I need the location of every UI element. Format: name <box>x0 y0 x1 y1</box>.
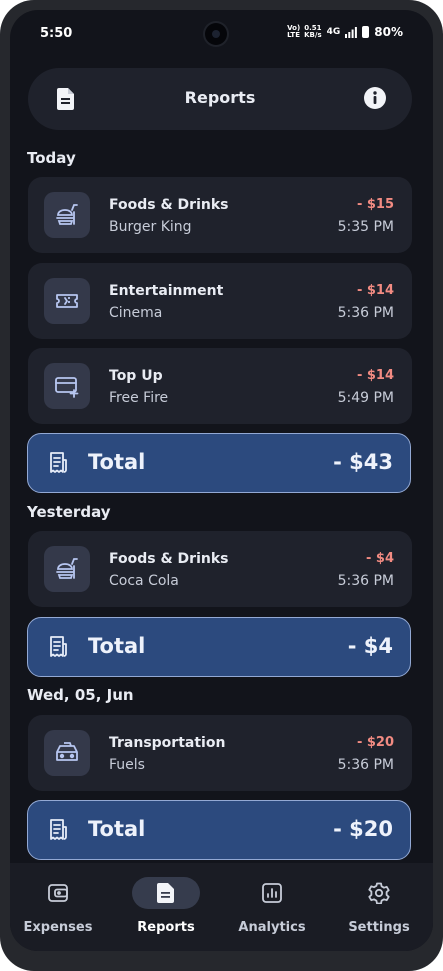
transaction-card[interactable]: Transportation Fuels - $20 5:36 PM <box>28 715 412 791</box>
transaction-merchant: Burger King <box>109 219 192 235</box>
nav-item-expenses[interactable]: Expenses <box>13 871 103 941</box>
gear-icon <box>345 877 413 909</box>
total-amount: - $20 <box>333 817 393 841</box>
section-label-wed-05-jun: Wed, 05, Jun <box>27 686 134 704</box>
total-card-yesterday: Total - $4 <box>27 617 411 677</box>
receipt-icon <box>48 819 68 841</box>
nav-item-settings[interactable]: Settings <box>334 871 424 941</box>
transaction-category: Foods & Drinks <box>109 551 229 567</box>
total-label: Total <box>88 450 146 474</box>
transaction-merchant: Fuels <box>109 757 145 773</box>
nav-label: Analytics <box>238 920 306 935</box>
card-add-icon <box>44 363 90 409</box>
food-drink-icon <box>44 546 90 592</box>
wallet-icon <box>24 877 92 909</box>
transaction-card[interactable]: Foods & Drinks Burger King - $15 5:35 PM <box>28 177 412 253</box>
transaction-amount: - $14 <box>356 368 394 383</box>
transaction-time: 5:49 PM <box>337 390 394 406</box>
network-speed-unit: KB/s <box>304 31 322 39</box>
battery-icon <box>362 26 370 38</box>
transaction-card[interactable]: Foods & Drinks Coca Cola - $4 5:36 PM <box>28 531 412 607</box>
transaction-amount: - $14 <box>356 283 394 298</box>
receipt-icon <box>48 636 68 658</box>
info-icon[interactable] <box>364 87 386 109</box>
transaction-merchant: Coca Cola <box>109 573 179 589</box>
transaction-merchant: Cinema <box>109 305 163 321</box>
ticket-icon <box>44 278 90 324</box>
total-amount: - $43 <box>333 450 393 474</box>
total-amount: - $4 <box>347 634 393 658</box>
transaction-category: Transportation <box>109 735 226 751</box>
network-speed: 0.51 KB/s <box>304 25 321 39</box>
total-card-today: Total - $43 <box>27 433 411 493</box>
signal-icon <box>345 26 358 38</box>
transaction-card[interactable]: Entertainment Cinema - $14 5:36 PM <box>28 263 412 339</box>
transaction-time: 5:36 PM <box>337 757 394 773</box>
section-label-today: Today <box>27 149 76 167</box>
bottom-navigation: Expenses Reports Analytics Settings <box>10 863 433 951</box>
transaction-time: 5:36 PM <box>337 573 394 589</box>
transaction-category: Top Up <box>109 368 163 384</box>
reports-header: Reports <box>28 68 412 130</box>
total-label: Total <box>88 817 146 841</box>
car-icon <box>44 730 90 776</box>
total-label: Total <box>88 634 146 658</box>
front-camera <box>205 23 227 45</box>
chart-icon <box>238 877 306 909</box>
transaction-category: Entertainment <box>109 283 224 299</box>
network-type: 4G <box>326 27 341 37</box>
volte-indicator: Vo) LTE <box>287 24 301 39</box>
nav-label: Settings <box>348 920 410 935</box>
transaction-amount: - $4 <box>365 551 394 566</box>
status-bar: 5:50 Vo) LTE 0.51 KB/s 4G 80% <box>10 10 433 58</box>
phone-frame: 5:50 Vo) LTE 0.51 KB/s 4G 80% Reports To… <box>0 0 443 971</box>
transaction-amount: - $20 <box>356 735 394 750</box>
app-screen: 5:50 Vo) LTE 0.51 KB/s 4G 80% Reports To… <box>10 10 433 951</box>
transaction-merchant: Free Fire <box>109 390 169 406</box>
nav-item-reports[interactable]: Reports <box>121 871 211 941</box>
nav-item-analytics[interactable]: Analytics <box>227 871 317 941</box>
status-time: 5:50 <box>40 26 73 41</box>
food-drink-icon <box>44 192 90 238</box>
status-icons: Vo) LTE 0.51 KB/s 4G 80% <box>287 24 403 40</box>
transaction-category: Foods & Drinks <box>109 197 229 213</box>
section-label-yesterday: Yesterday <box>27 503 111 521</box>
nav-label: Reports <box>137 920 195 935</box>
nav-label: Expenses <box>23 920 93 935</box>
report-icon <box>132 877 200 909</box>
transaction-time: 5:35 PM <box>337 219 394 235</box>
battery-percent: 80% <box>374 25 403 39</box>
transaction-amount: - $15 <box>356 197 394 212</box>
total-card-wed-05-jun: Total - $20 <box>27 800 411 860</box>
page-title: Reports <box>184 88 256 107</box>
transaction-card[interactable]: Top Up Free Fire - $14 5:49 PM <box>28 348 412 424</box>
receipt-icon <box>48 452 68 474</box>
transaction-time: 5:36 PM <box>337 305 394 321</box>
